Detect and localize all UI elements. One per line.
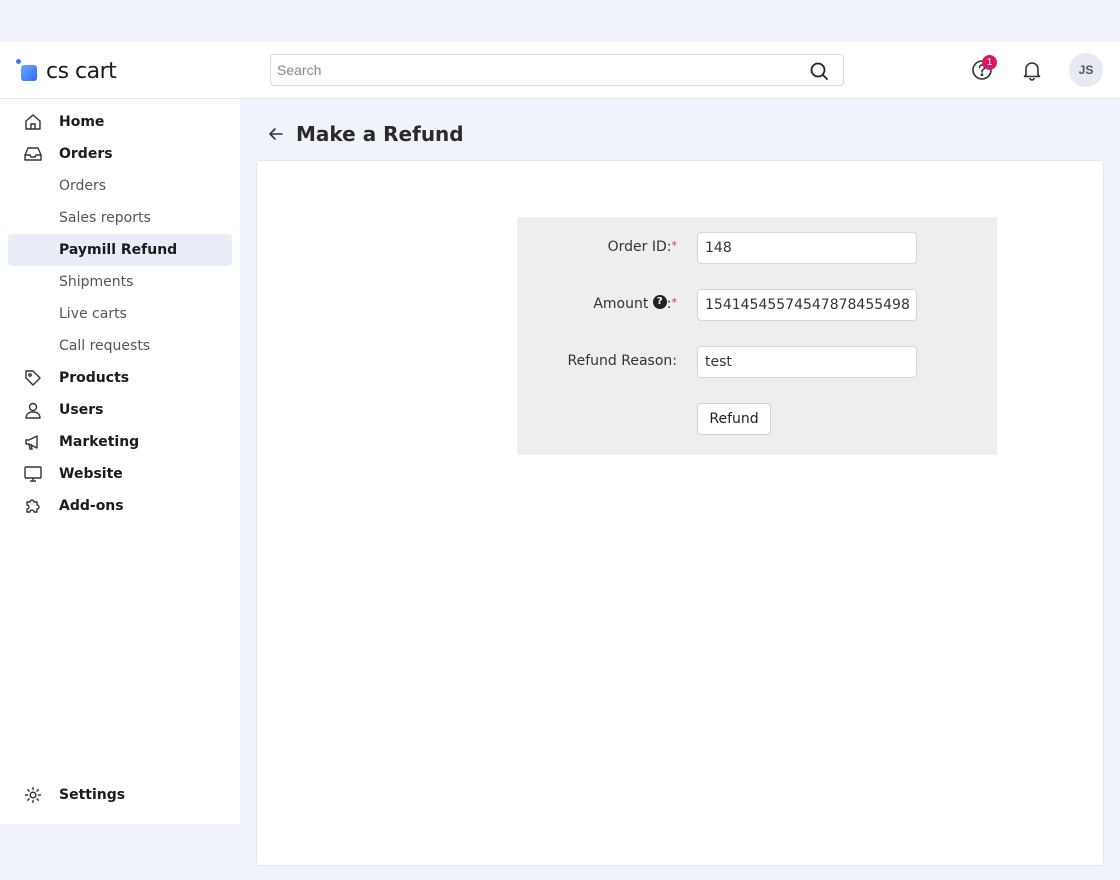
content-card: Order ID:* Amount ?:* Refund Reason: Ref… <box>256 160 1104 866</box>
sidebar-item-orders[interactable]: Orders <box>8 138 232 170</box>
bell-icon[interactable] <box>1020 58 1044 82</box>
page-title: Make a Refund <box>296 122 464 146</box>
sidebar-item-users[interactable]: Users <box>8 394 232 426</box>
required-mark: * <box>671 296 678 309</box>
sidebar-subitem-orders[interactable]: Orders <box>8 170 232 202</box>
search-input[interactable] <box>271 55 791 85</box>
sidebar-subitem-shipments[interactable]: Shipments <box>8 266 232 298</box>
required-mark: * <box>671 239 678 252</box>
sidebar-item-home[interactable]: Home <box>8 106 232 138</box>
refund-reason-field[interactable] <box>697 346 917 378</box>
sidebar-item-settings[interactable]: Settings <box>8 779 232 811</box>
monitor-icon <box>24 466 42 482</box>
amount-label: Amount ?:* <box>593 295 678 312</box>
top-strip <box>0 0 1120 42</box>
top-header: cs cart <box>0 42 1120 99</box>
sidebar-item-marketing[interactable]: Marketing <box>8 426 232 458</box>
order-id-label: Order ID:* <box>607 239 678 255</box>
back-arrow-icon[interactable] <box>266 124 286 144</box>
user-icon <box>25 402 41 419</box>
question-icon[interactable]: ? <box>652 295 667 309</box>
puzzle-icon <box>26 499 40 513</box>
search-box <box>270 54 844 86</box>
logo-mark-icon <box>16 59 40 83</box>
sidebar-subitem-call-requests[interactable]: Call requests <box>8 330 232 362</box>
order-id-field[interactable] <box>697 232 917 264</box>
sidebar-item-add-ons[interactable]: Add-ons <box>8 490 232 522</box>
refund-reason-label: Refund Reason: <box>567 353 677 369</box>
sidebar-item-website[interactable]: Website <box>8 458 232 490</box>
amount-row: Amount ?:* <box>517 289 997 321</box>
refund-form: Order ID:* Amount ?:* Refund Reason: Ref… <box>517 217 997 455</box>
gear-icon <box>24 786 42 804</box>
refund-button[interactable]: Refund <box>697 403 771 435</box>
amount-field[interactable] <box>697 289 917 321</box>
logo-text: cs cart <box>46 58 117 84</box>
order-id-row: Order ID:* <box>517 232 997 264</box>
inbox-icon <box>24 147 42 161</box>
logo[interactable]: cs cart <box>16 58 117 84</box>
sidebar-subitem-sales-reports[interactable]: Sales reports <box>8 202 232 234</box>
sidebar-subitem-paymill-refund[interactable]: Paymill Refund <box>8 234 232 266</box>
home-icon <box>25 114 41 130</box>
refund-reason-row: Refund Reason: <box>517 346 997 378</box>
help-badge: 1 <box>982 55 997 70</box>
sidebar-subitem-live-carts[interactable]: Live carts <box>8 298 232 330</box>
sidebar-item-products[interactable]: Products <box>8 362 232 394</box>
page-title-row: Make a Refund <box>266 120 464 148</box>
search-icon[interactable] <box>809 61 829 81</box>
sidebar: Home Orders Orders Sales reports Paymill… <box>0 99 240 824</box>
avatar[interactable]: JS <box>1069 53 1103 87</box>
megaphone-icon <box>25 435 38 450</box>
tag-icon <box>25 370 41 386</box>
